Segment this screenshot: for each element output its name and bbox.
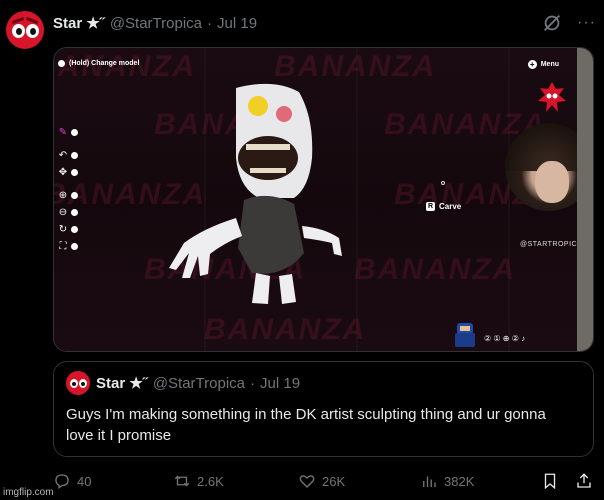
tool-zoom-in: ⊕ xyxy=(54,187,84,204)
bookmark-icon xyxy=(544,473,556,490)
hud-carve: R Carve xyxy=(426,202,462,211)
clay-sculpture xyxy=(169,83,342,304)
bookmark-button[interactable] xyxy=(541,472,559,490)
reply-icon xyxy=(55,474,69,490)
like-count: 26K xyxy=(322,473,346,489)
views-button[interactable]: 382K xyxy=(420,472,474,490)
quoted-author-avatar[interactable] xyxy=(66,371,90,395)
views-count: 382K xyxy=(444,473,475,489)
header-separator: · xyxy=(207,14,213,32)
mini-character-icon xyxy=(455,323,475,347)
author-avatar[interactable] xyxy=(6,11,44,49)
quoted-handle[interactable]: @StarTropica xyxy=(153,375,245,392)
share-icon xyxy=(577,473,591,488)
tweet-date[interactable]: Jul 19 xyxy=(217,15,257,32)
tool-rotate: ↻ xyxy=(54,221,84,238)
sculpt-toolbar: ✎ ↶ ✥ ⊕ ⊖ ↻ ⛶ xyxy=(54,124,84,255)
reply-button[interactable]: 40 xyxy=(53,472,91,490)
avatar-brow-right xyxy=(25,17,39,24)
like-button[interactable]: 26K xyxy=(298,472,345,490)
repost-button[interactable]: 2.6K xyxy=(173,472,224,490)
repost-count: 2.6K xyxy=(197,473,224,489)
share-button[interactable] xyxy=(575,472,593,490)
mascot-icon xyxy=(538,82,566,112)
views-icon xyxy=(423,476,436,487)
hud-change-model: (Hold) Change model xyxy=(58,60,139,67)
action-bar: 40 2.6K 26K 382K xyxy=(53,470,594,492)
author-handle[interactable]: @StarTropica xyxy=(110,15,202,32)
reply-count: 40 xyxy=(77,473,92,489)
avatar-brow-left xyxy=(11,17,25,24)
hud-menu: + Menu xyxy=(527,60,559,69)
quoted-author-name[interactable]: Star ★˝ xyxy=(96,374,148,392)
tool-undo: ↶ xyxy=(54,147,84,164)
author-name[interactable]: Star ★˝ xyxy=(53,14,105,32)
crosshair-icon xyxy=(441,181,445,185)
bg-word: BANANZA xyxy=(204,313,367,346)
avatar-eye-left xyxy=(12,24,25,38)
quoted-text: Guys I'm making something in the DK arti… xyxy=(66,406,546,444)
grok-icon[interactable] xyxy=(541,12,563,34)
quoted-date[interactable]: Jul 19 xyxy=(260,375,300,392)
repost-icon xyxy=(174,475,190,487)
tool-zoom-out: ⊖ xyxy=(54,204,84,221)
imgflip-watermark: imgflip.com xyxy=(3,487,54,498)
quoted-separator: · xyxy=(250,374,256,392)
tool-fit: ⛶ xyxy=(54,238,84,255)
plus-icon: + xyxy=(527,60,537,69)
quoted-header: Star ★˝ @StarTropica · Jul 19 xyxy=(96,374,300,393)
tweet-media[interactable]: BANANZA BANANZA BANANZA BANANZA BANANZA … xyxy=(53,47,594,352)
like-icon xyxy=(299,475,315,488)
tool-move: ✥ xyxy=(54,164,84,181)
media-side-bar xyxy=(577,48,593,351)
tool-brush: ✎ xyxy=(54,124,84,141)
tweet-header: Star ★˝ @StarTropica · Jul 19 ··· xyxy=(53,13,596,33)
cam-label: @STARTROPICA xyxy=(520,241,583,248)
bg-word: BANANZA xyxy=(354,253,517,286)
quoted-tweet[interactable]: Star ★˝ @StarTropica · Jul 19 Guys I'm m… xyxy=(53,361,594,457)
hud-bottom-controls: ② ① ⊕ ② ♪ xyxy=(484,334,526,343)
avatar-eye-right xyxy=(26,24,39,38)
more-icon[interactable]: ··· xyxy=(577,14,596,32)
